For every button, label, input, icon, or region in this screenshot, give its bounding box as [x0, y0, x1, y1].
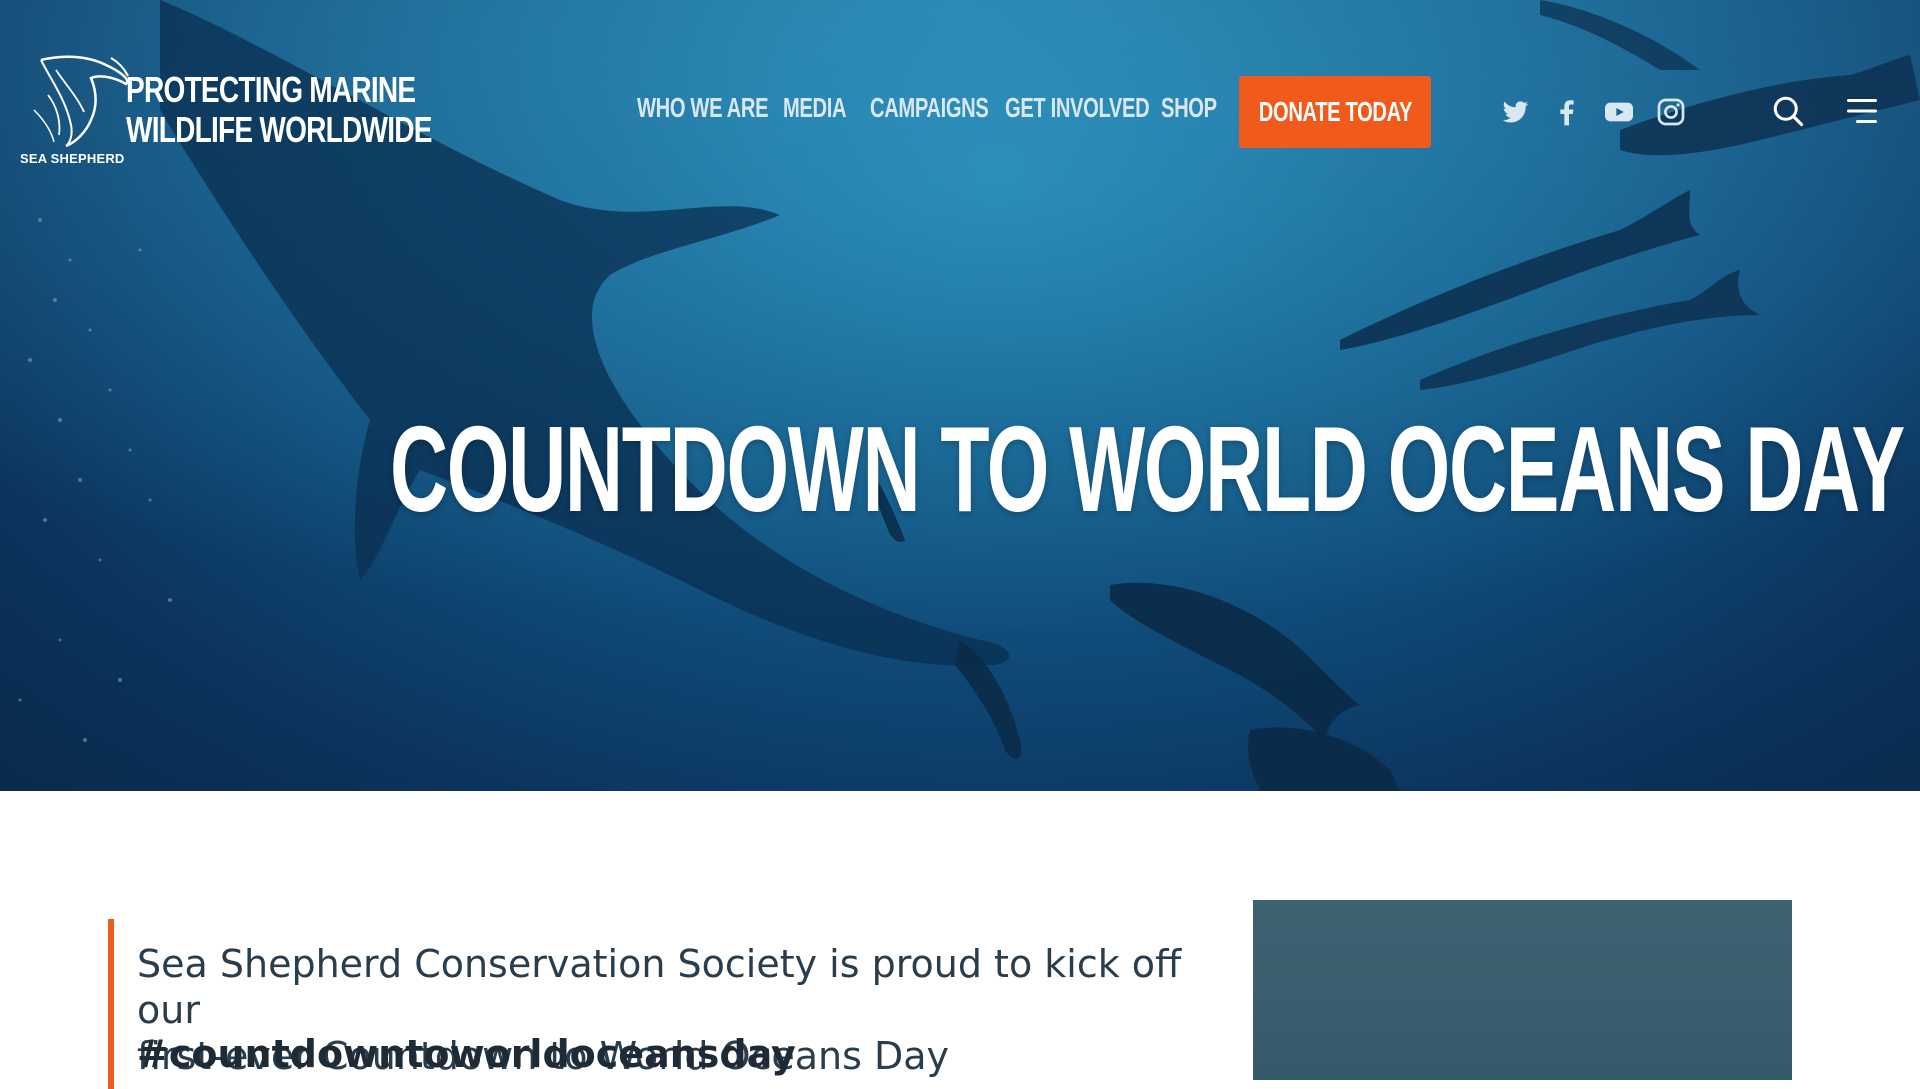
- page-title-text: COUNTDOWN TO WORLD OCEANS DAY: [389, 400, 1905, 537]
- nav-campaigns[interactable]: CAMPAIGNS: [870, 92, 989, 124]
- twitter-icon[interactable]: [1499, 96, 1531, 128]
- logo-tagline-line2: WILDLIFE WORLDWIDE: [126, 109, 432, 150]
- youtube-icon[interactable]: [1603, 96, 1635, 128]
- nav-media[interactable]: MEDIA: [783, 92, 847, 124]
- nav-shop[interactable]: SHOP: [1161, 92, 1217, 124]
- article-content: Sea Shepherd Conservation Society is pro…: [0, 791, 1920, 1089]
- quote-accent-bar: [108, 919, 114, 1089]
- video-thumbnail[interactable]: [1253, 900, 1792, 1080]
- facebook-icon[interactable]: [1551, 96, 1583, 128]
- intro-line1: Sea Shepherd Conservation Society is pro…: [137, 942, 1182, 1032]
- page-title: COUNTDOWN TO WORLD OCEANS DAY: [0, 404, 1920, 534]
- nav-get-involved[interactable]: GET INVOLVED: [1005, 92, 1150, 124]
- search-icon[interactable]: [1770, 93, 1806, 129]
- whale-logo-icon: [33, 55, 129, 148]
- instagram-icon[interactable]: [1655, 96, 1687, 128]
- donate-button-label: DONATE TODAY: [1258, 96, 1412, 127]
- hero-banner: SEA SHEPHERD PROTECTING MARINE WILDLIFE …: [0, 0, 1920, 791]
- logo-tagline: PROTECTING MARINE WILDLIFE WORLDWIDE: [126, 70, 432, 150]
- site-header: SEA SHEPHERD PROTECTING MARINE WILDLIFE …: [0, 0, 1920, 166]
- donate-button[interactable]: DONATE TODAY: [1239, 76, 1431, 148]
- hashtag-link[interactable]: #countdowntoworldoceansday: [137, 1031, 796, 1077]
- logo-tagline-line1: PROTECTING MARINE: [126, 69, 416, 110]
- nav-who-we-are[interactable]: WHO WE ARE: [637, 92, 769, 124]
- menu-icon[interactable]: [1844, 93, 1880, 129]
- site-logo[interactable]: SEA SHEPHERD PROTECTING MARINE WILDLIFE …: [18, 50, 432, 170]
- logo-org-name: SEA SHEPHERD: [20, 151, 125, 166]
